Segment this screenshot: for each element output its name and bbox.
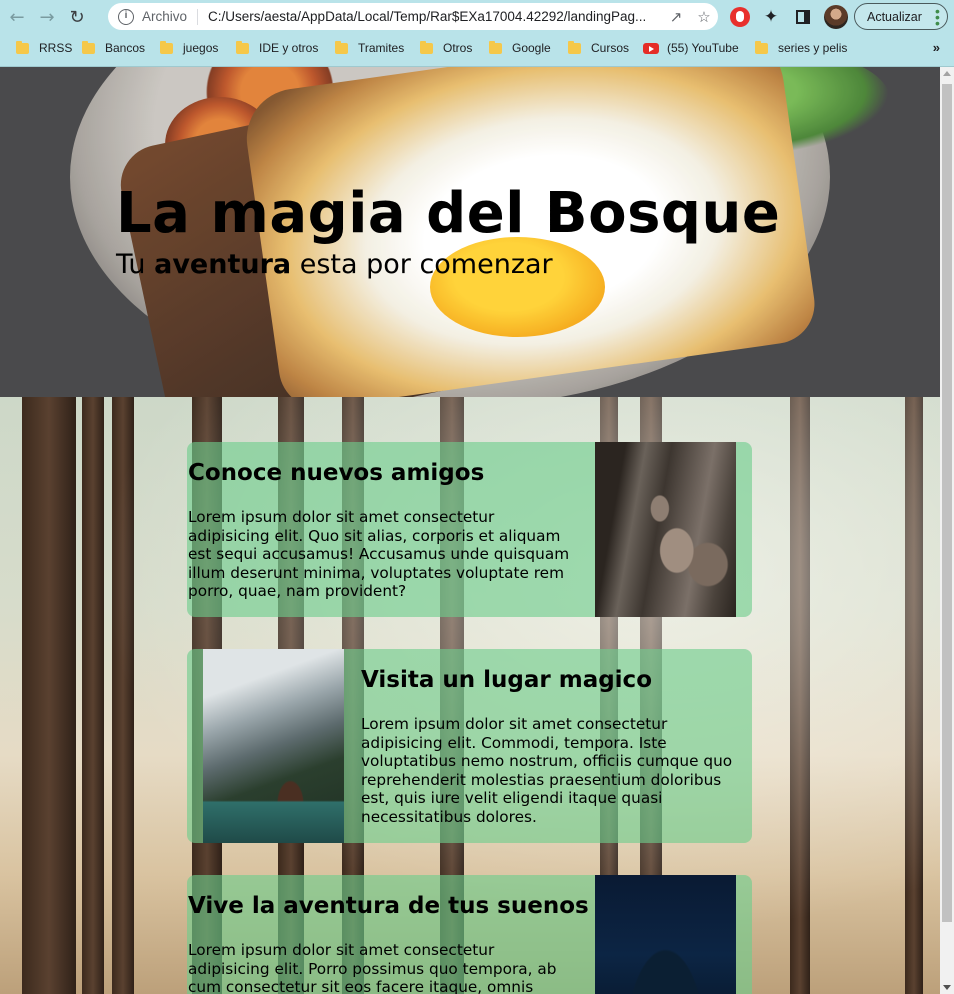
bookmark-label: Otros [443,41,473,55]
folder-icon [489,40,502,54]
bookmark-label: Cursos [591,41,630,55]
update-button-label: Actualizar [867,9,922,24]
bookmark-ide-y-otros[interactable]: IDE y otros [236,40,319,55]
card-text: Lorem ipsum dolor sit amet consectetur a… [361,715,733,826]
card-image-squirrel [595,442,736,617]
hero-subtitle-bold: aventura [154,249,292,280]
bookmark-label: RRSS [39,41,73,55]
forward-arrow-icon[interactable]: → [34,4,60,30]
bookmark-label: Google [512,41,551,55]
kebab-menu-icon[interactable]: • • • [935,4,940,30]
bookmark-label: Bancos [105,41,146,55]
scrollbar-thumb[interactable] [942,84,952,922]
info-icon[interactable]: i [118,8,134,25]
bookmark-label: series y pelis [778,41,848,55]
reload-icon[interactable]: ↻ [64,4,90,30]
bookmark-google[interactable]: Google [489,40,551,55]
bookmark-label: (55) YouTube [667,41,739,55]
back-arrow-icon[interactable]: ← [4,4,30,30]
folder-icon [755,40,768,54]
profile-avatar[interactable] [824,5,848,29]
card-title: Visita un lugar magico [361,667,652,693]
feature-card: Vive la aventura de tus suenos Lorem ips… [187,875,752,994]
bookmark-label: IDE y otros [259,41,319,55]
side-panel-icon[interactable] [791,5,815,29]
hero-subtitle-end: esta por comenzar [291,249,553,280]
bookmark-cursos[interactable]: Cursos [568,40,630,55]
bookmarks-bar: RRSS Bancos juegos IDE y otros Tramites … [0,34,954,62]
folder-icon [160,40,173,54]
hero-subtitle: Tu aventura esta por comenzar [116,249,553,280]
folder-icon [568,40,581,54]
folder-icon [82,40,95,54]
bookmark-series-y-pelis[interactable]: series y pelis [755,40,848,55]
forest-section: Conoce nuevos amigos Lorem ipsum dolor s… [0,397,940,994]
site-chip[interactable]: Archivo [142,9,187,24]
star-bookmark-icon[interactable]: ☆ [690,8,718,26]
bookmark-label: Tramites [358,41,405,55]
hero-banner: La magia del Bosque Tu aventura esta por… [0,67,940,397]
bookmark-bancos[interactable]: Bancos [82,40,146,55]
card-text: Lorem ipsum dolor sit amet consectetur a… [188,941,557,994]
scroll-up-arrow-icon[interactable] [943,71,951,76]
folder-icon [236,40,249,54]
url-text[interactable]: C:/Users/aesta/AppData/Local/Temp/Rar$EX… [208,9,662,24]
card-title: Vive la aventura de tus suenos [188,893,589,919]
adblock-extension-icon[interactable] [728,5,752,29]
bookmarks-overflow-button[interactable]: » [933,40,940,55]
hero-title: La magia del Bosque [116,181,781,246]
update-button[interactable]: Actualizar • • • [854,3,948,30]
hero-subtitle-start: Tu [116,249,155,280]
folder-icon [335,40,348,54]
bookmark-juegos[interactable]: juegos [160,40,219,55]
extensions-puzzle-icon[interactable]: ✦ [759,5,783,29]
bookmark-rrss[interactable]: RRSS [16,40,73,55]
browser-toolbar: ← → ↻ i Archivo C:/Users/aesta/AppData/L… [0,0,954,34]
share-icon[interactable]: ↗ [662,8,690,26]
scroll-down-arrow-icon[interactable] [943,985,951,990]
feature-card: Conoce nuevos amigos Lorem ipsum dolor s… [187,442,752,617]
card-image-night-sky [595,875,736,994]
card-text: Lorem ipsum dolor sit amet consectetur a… [188,508,570,600]
folder-icon [16,40,29,54]
divider [197,8,199,25]
address-bar[interactable]: i Archivo C:/Users/aesta/AppData/Local/T… [108,3,718,30]
page-viewport: La magia del Bosque Tu aventura esta por… [0,67,940,994]
page-scrollbar[interactable] [940,67,954,994]
bookmark-tramites[interactable]: Tramites [335,40,405,55]
bookmark-otros[interactable]: Otros [420,40,473,55]
bookmark-youtube[interactable]: (55) YouTube [643,41,739,55]
feature-card: Visita un lugar magico Lorem ipsum dolor… [187,649,752,843]
card-title: Conoce nuevos amigos [188,460,485,486]
youtube-icon [643,42,659,54]
card-image-mountain-lake [203,649,344,843]
folder-icon [420,40,433,54]
bookmark-label: juegos [183,41,219,55]
